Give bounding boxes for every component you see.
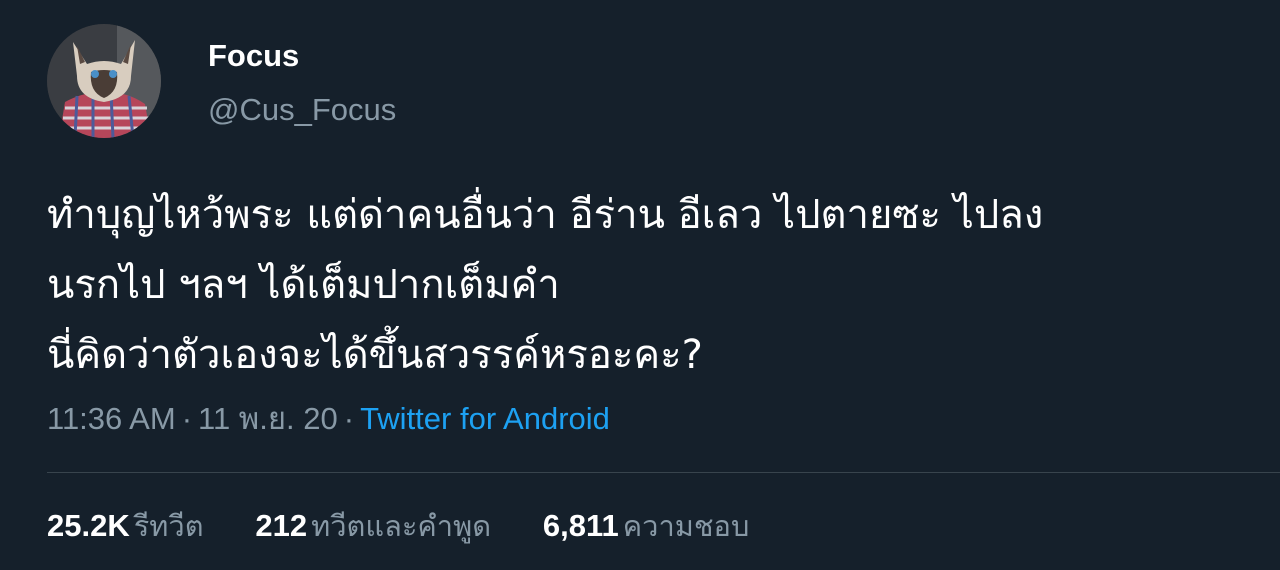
retweets-stat[interactable]: 25.2K รีทวีต	[47, 505, 204, 547]
quotes-stat[interactable]: 212 ทวีตและคำพูด	[255, 505, 491, 547]
retweets-label: รีทวีต	[133, 509, 204, 543]
tweet-meta: 11:36 AM · 11 พ.ย. 20 · Twitter for Android	[47, 398, 610, 440]
meta-separator: ·	[181, 401, 193, 436]
likes-stat[interactable]: 6,811 ความชอบ	[543, 505, 749, 547]
tweet-text-line: ทำบุญไหว้พระ แต่ด่าคนอื่นว่า อีร่าน อีเล…	[47, 192, 1044, 238]
divider	[47, 472, 1280, 473]
tweet-text-line: นี่คิดว่าตัวเองจะได้ขึ้นสวรรค์หรอะคะ?	[47, 332, 703, 378]
retweets-count: 25.2K	[47, 508, 130, 543]
tweet-time[interactable]: 11:36 AM	[47, 401, 176, 436]
avatar[interactable]	[47, 24, 161, 138]
tweet-detail: Focus @Cus_Focus ทำบุญไหว้พระ แต่ด่าคนอื…	[0, 0, 1280, 570]
meta-separator: ·	[343, 401, 355, 436]
quotes-count: 212	[255, 508, 308, 543]
tweet-text: ทำบุญไหว้พระ แต่ด่าคนอื่นว่า อีร่าน อีเล…	[47, 180, 1262, 390]
tweet-stats: 25.2K รีทวีต 212 ทวีตและคำพูด 6,811 ความชอบ	[47, 505, 791, 547]
display-name[interactable]: Focus	[208, 36, 299, 76]
likes-label: ความชอบ	[622, 509, 750, 543]
tweet-text-line: นรกไป ฯลฯ ได้เต็มปากเต็มคำ	[47, 262, 560, 308]
user-handle[interactable]: @Cus_Focus	[208, 90, 396, 130]
tweet-source-link[interactable]: Twitter for Android	[360, 401, 610, 436]
tweet-date[interactable]: 11 พ.ย. 20	[198, 401, 338, 436]
quotes-label: ทวีตและคำพูด	[311, 509, 492, 543]
likes-count: 6,811	[542, 508, 619, 543]
cat-avatar-icon	[47, 24, 161, 138]
